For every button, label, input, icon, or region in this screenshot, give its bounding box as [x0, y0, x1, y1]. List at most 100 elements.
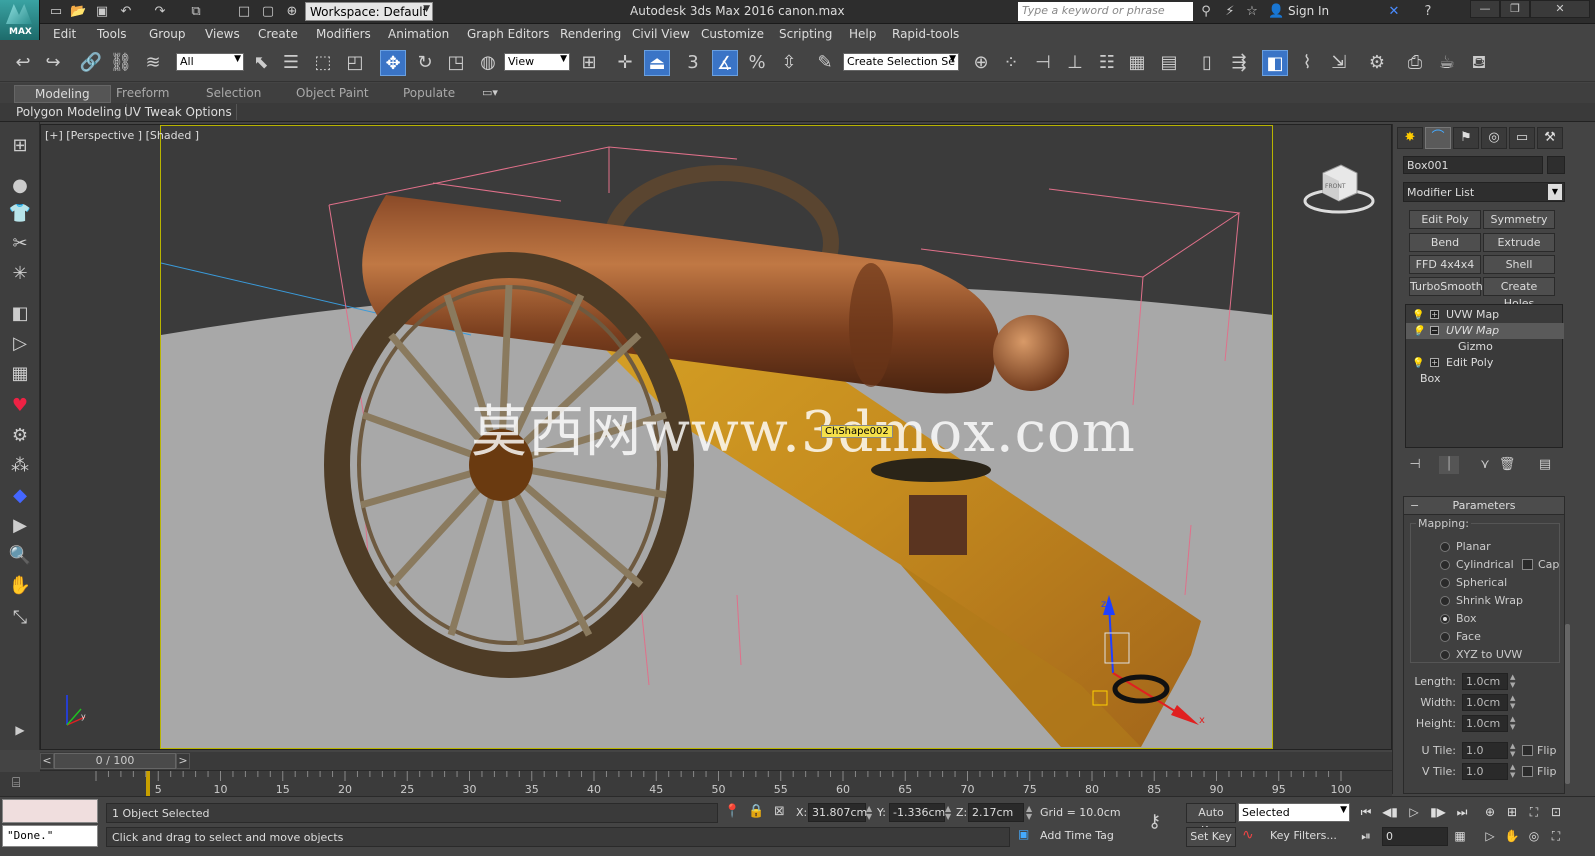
material-editor-icon[interactable]: ◧ — [1262, 50, 1288, 76]
create-holes-button[interactable]: Create Holes — [1483, 277, 1555, 310]
z-coordinate-input[interactable]: 2.17cm — [968, 803, 1024, 822]
orbit-icon[interactable]: ⤡ — [8, 606, 32, 630]
menu-tools[interactable]: Tools — [97, 27, 127, 41]
key-mode-dropdown[interactable]: Selected ▼ — [1238, 803, 1350, 822]
scene-explorer-icon[interactable]: ⊞ — [8, 134, 32, 158]
maxscript-output[interactable]: "Done." — [2, 825, 98, 847]
previous-key-icon[interactable]: ◀▮ — [1380, 803, 1400, 821]
go-to-end-icon[interactable]: ⏭ — [1452, 803, 1472, 821]
scene-explorer-icon[interactable]: ▤ — [1156, 50, 1182, 76]
layer-manager-icon[interactable]: ☷ — [1094, 50, 1120, 76]
stack-item-gizmo[interactable]: Gizmo — [1406, 339, 1564, 355]
rendered-frame-window-icon[interactable]: ⎙ — [1402, 50, 1428, 76]
next-frame-button[interactable]: > — [176, 753, 190, 769]
utilities-tab-icon[interactable]: ⚒ — [1537, 127, 1563, 149]
new-file-icon[interactable]: ▭ — [48, 4, 64, 20]
create-tab-icon[interactable]: ✸ — [1397, 127, 1423, 149]
next-key-icon[interactable]: ▮▶ — [1428, 803, 1448, 821]
spinner-arrows-icon[interactable]: ▲ ▼ — [1510, 694, 1518, 711]
select-and-scale-icon[interactable]: ◳ — [443, 50, 469, 76]
named-selection-dropdown[interactable]: Create Selection Se ▼ — [843, 53, 959, 71]
x-coordinate-input[interactable]: 31.807cm — [808, 803, 867, 822]
track-bar[interactable]: 5 10 15 20 25 30 35 40 45 50 55 60 65 70 75 80 85 90 95 100 — [40, 770, 1392, 797]
particle-icon[interactable]: ✳ — [8, 262, 32, 286]
angle-snap-icon[interactable]: ∡ — [712, 50, 738, 76]
reference-coordinate-dropdown[interactable]: View ▼ — [504, 53, 570, 71]
app-logo[interactable]: MAX — [0, 0, 40, 40]
rectangle-selection-icon[interactable]: ⬚ — [310, 50, 336, 76]
spinner-arrows-icon[interactable]: ▲ ▼ — [1026, 805, 1032, 821]
menu-help[interactable]: Help — [849, 27, 876, 41]
redo-icon[interactable]: ↷ — [152, 4, 168, 20]
subtab-polygon-modeling[interactable]: Polygon Modeling — [12, 104, 127, 120]
orbit-icon[interactable]: ◎ — [1524, 827, 1544, 845]
menu-rendering[interactable]: Rendering — [560, 27, 621, 41]
previous-frame-button[interactable]: < — [40, 753, 54, 769]
zoom-icon[interactable]: 🔍 — [8, 544, 32, 568]
play-icon[interactable]: ▷ — [1404, 803, 1424, 821]
time-slider-thumb[interactable]: 0 / 100 — [54, 753, 176, 769]
expand-icon[interactable]: + — [1430, 310, 1439, 319]
spinner-arrows-icon[interactable]: ▲ ▼ — [945, 805, 951, 821]
radio-cylindrical[interactable]: Cylindrical — [1440, 557, 1514, 573]
auto-key-button[interactable]: Auto Key — [1186, 803, 1236, 837]
object-color-swatch[interactable] — [1547, 156, 1565, 174]
key-icon[interactable]: ⚷ — [1148, 811, 1161, 832]
undo-icon[interactable]: ↩ — [10, 50, 36, 76]
hair-icon[interactable]: ✂ — [8, 232, 32, 256]
redo-icon[interactable]: ↪ — [40, 50, 66, 76]
tab-object-paint[interactable]: Object Paint — [276, 85, 389, 101]
noise-icon[interactable]: ⁂ — [8, 454, 32, 478]
width-input[interactable]: 1.0cm — [1462, 694, 1508, 711]
key-filters-button[interactable]: Key Filters... — [1270, 829, 1337, 842]
binoculars-icon[interactable]: ⚲ — [1198, 4, 1214, 20]
heart-icon[interactable]: ♥ — [8, 394, 32, 418]
zoom-extents-all-icon[interactable]: ⊡ — [1546, 803, 1566, 821]
turbosmooth-button[interactable]: TurboSmooth — [1409, 277, 1483, 296]
radio-button[interactable] — [1440, 596, 1450, 606]
selection-filter-dropdown[interactable]: All ▼ — [176, 53, 244, 71]
menu-scripting[interactable]: Scripting — [779, 27, 832, 41]
radio-button[interactable] — [1440, 650, 1450, 660]
radio-planar[interactable]: Planar — [1440, 539, 1491, 555]
menu-group[interactable]: Group — [149, 27, 186, 41]
panel-icon[interactable]: ▢ — [260, 4, 276, 20]
quick-align-icon[interactable]: ⊥ — [1062, 50, 1088, 76]
gem-icon[interactable]: ◆ — [8, 484, 32, 508]
link-icon[interactable]: 🔗 — [78, 50, 104, 76]
stack-item-uvw-map[interactable]: 💡 + UVW Map — [1406, 307, 1564, 323]
object-name-field[interactable]: Box001 — [1403, 156, 1543, 174]
radio-button[interactable] — [1440, 632, 1450, 642]
lock-selection-icon[interactable]: 🔒 — [748, 804, 764, 819]
unlink-icon[interactable]: ⛓ — [108, 50, 134, 76]
isolate-selection-icon[interactable]: 📍 — [724, 804, 740, 819]
edit-named-selection-icon[interactable]: ✎ — [812, 50, 838, 76]
viewport-label[interactable]: [+] [Perspective ] [Shaded ] — [45, 129, 199, 142]
play-track-icon[interactable]: ▷ — [8, 332, 32, 356]
zoom-all-icon[interactable]: ⊞ — [1502, 803, 1522, 821]
time-configuration-icon[interactable]: ▦ — [1450, 827, 1470, 845]
graphite-tools-icon[interactable]: ▦ — [1124, 50, 1150, 76]
menu-views[interactable]: Views — [205, 27, 240, 41]
radio-spherical[interactable]: Spherical — [1440, 575, 1507, 591]
tab-freeform[interactable]: Freeform — [96, 85, 189, 101]
v-flip-checkbox[interactable] — [1522, 766, 1533, 777]
radio-box[interactable]: Box — [1440, 611, 1476, 627]
menu-create[interactable]: Create — [258, 27, 298, 41]
save-scene-icon[interactable]: ▦ — [8, 362, 32, 386]
menu-edit[interactable]: Edit — [53, 27, 76, 41]
extrude-button[interactable]: Extrude — [1483, 233, 1555, 252]
lightbulb-icon[interactable]: 💡 — [1412, 356, 1424, 372]
lightbulb-icon[interactable]: 💡 — [1412, 308, 1424, 324]
show-end-result-icon[interactable]: ⏐ — [1439, 456, 1459, 474]
spinner-snap-icon[interactable]: ⇳ — [776, 50, 802, 76]
lightbulb-icon[interactable]: 💡 — [1412, 324, 1424, 340]
radio-button[interactable] — [1440, 578, 1450, 588]
set-key-button[interactable]: Set Key — [1186, 827, 1236, 847]
radio-button[interactable] — [1440, 542, 1450, 552]
menu-civil-view[interactable]: Civil View — [632, 27, 690, 41]
select-object-icon[interactable]: ⬉ — [248, 50, 274, 76]
select-and-move-icon[interactable]: ✥ — [380, 50, 406, 76]
dope-sheet-icon[interactable]: ⇲ — [1326, 50, 1352, 76]
shell-button[interactable]: Shell — [1483, 255, 1555, 274]
